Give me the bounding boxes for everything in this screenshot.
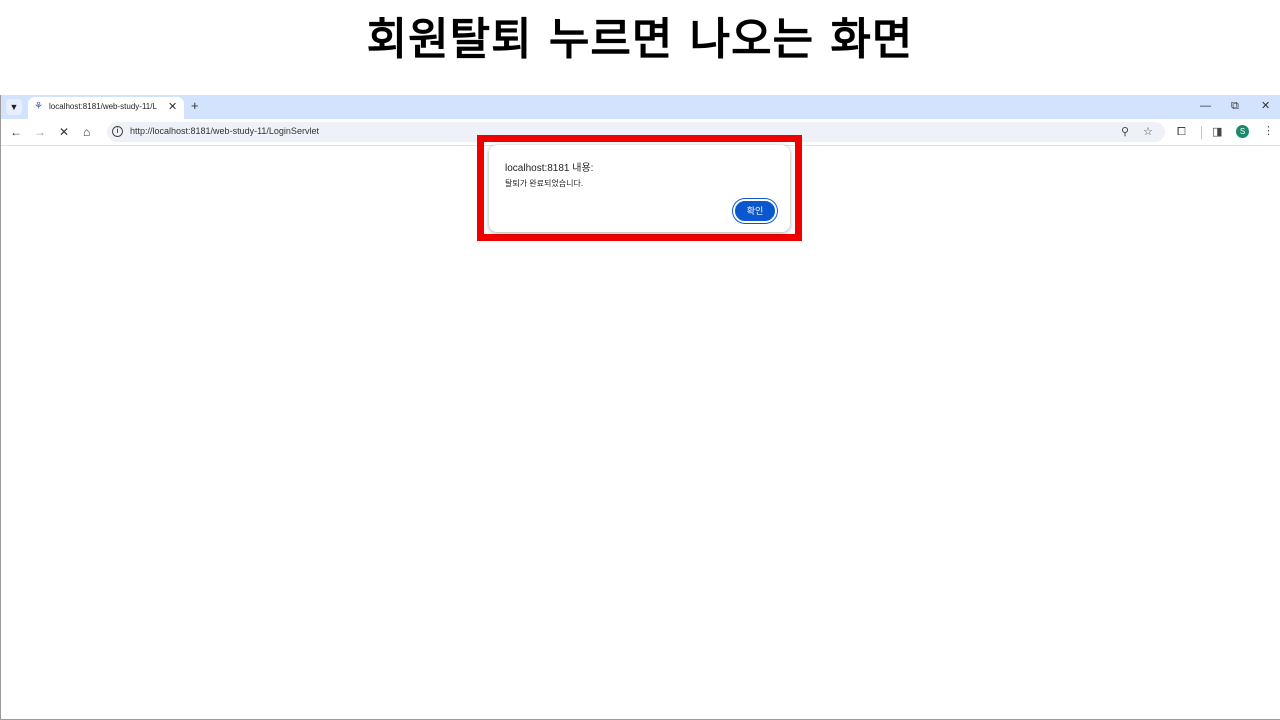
extensions-icon[interactable]: ⧠ [1177, 125, 1186, 139]
alert-dialog: localhost:8181 내용: 탈퇴가 완료되었습니다. 확인 [489, 145, 790, 232]
stop-icon[interactable]: ✕ [59, 125, 69, 139]
home-icon[interactable]: ⌂ [83, 125, 90, 139]
url-text[interactable]: http://localhost:8181/web-study-11/Login… [130, 126, 319, 136]
dialog-title: localhost:8181 내용: [505, 163, 594, 174]
profile-avatar[interactable]: S [1236, 125, 1249, 138]
tab-close-icon[interactable]: ✕ [168, 100, 177, 114]
new-tab-icon[interactable]: + [191, 99, 199, 113]
restore-icon[interactable]: ⧉ [1231, 98, 1239, 114]
forward-icon[interactable]: → [34, 125, 46, 139]
ok-button[interactable]: 확인 [733, 199, 777, 223]
bookmark-star-icon[interactable]: ☆ [1143, 125, 1153, 139]
slide-title: 회원탈퇴 누르면 나오는 화면 [366, 14, 914, 65]
browser-tab[interactable]: ⚘ localhost:8181/web-study-11/L ✕ [28, 97, 184, 119]
site-info-icon[interactable]: i [112, 126, 123, 137]
side-panel-icon[interactable]: ◨ [1212, 125, 1222, 139]
zoom-icon[interactable]: ⚲ [1121, 125, 1129, 139]
back-icon[interactable]: ← [10, 125, 22, 139]
minimize-icon[interactable]: — [1200, 98, 1211, 114]
tab-strip: ▼ ⚘ localhost:8181/web-study-11/L ✕ + — … [1, 95, 1280, 119]
tab-title: localhost:8181/web-study-11/L [49, 102, 157, 111]
tab-search-icon[interactable]: ▼ [6, 99, 22, 115]
window-close-icon[interactable]: ✕ [1261, 98, 1270, 114]
favicon-icon: ⚘ [34, 101, 43, 112]
menu-kebab-icon[interactable]: ⋮ [1263, 124, 1274, 138]
toolbar-divider [1201, 126, 1202, 139]
dialog-message: 탈퇴가 완료되었습니다. [505, 179, 584, 188]
